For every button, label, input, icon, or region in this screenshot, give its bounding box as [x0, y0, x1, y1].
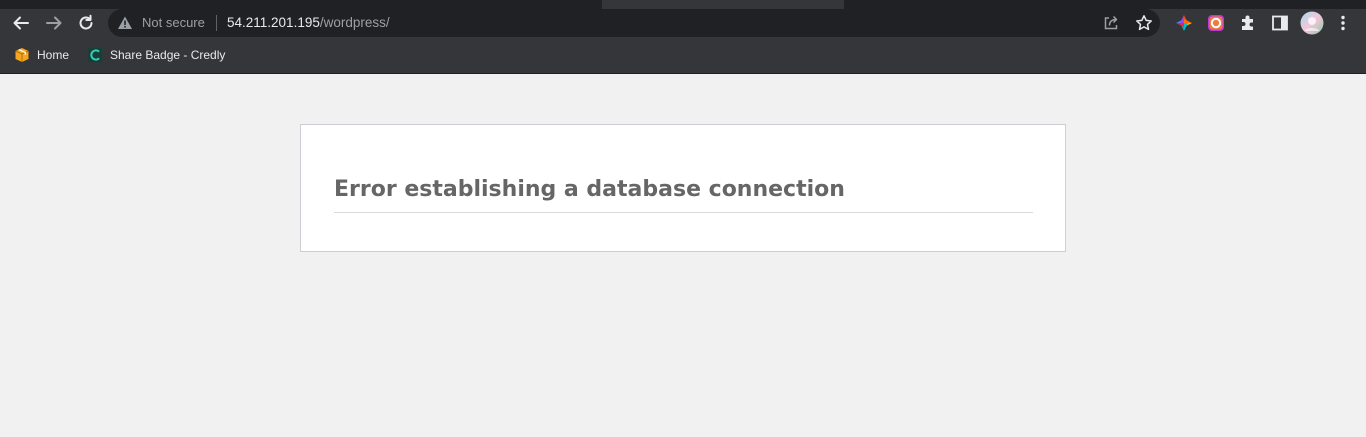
url-text[interactable]: 54.211.201.195/wordpress/ [227, 15, 390, 31]
avatar[interactable] [1300, 11, 1324, 35]
bookmark-home[interactable]: Home [14, 45, 69, 65]
error-heading: Error establishing a database connection [334, 177, 1033, 213]
error-card: Error establishing a database connection [300, 124, 1066, 252]
extension-icon[interactable] [1207, 14, 1225, 32]
reload-icon[interactable] [77, 14, 95, 32]
active-tab[interactable] [602, 0, 844, 9]
warning-icon[interactable] [117, 15, 133, 31]
bookmark-label: Home [37, 48, 70, 62]
credly-icon [87, 47, 103, 63]
box-icon [14, 47, 30, 63]
security-label[interactable]: Not secure [142, 15, 205, 31]
puzzle-icon[interactable] [1239, 14, 1257, 32]
bookmark-credly[interactable]: Share Badge - Credly [87, 45, 225, 65]
side-panel-icon[interactable] [1271, 14, 1289, 32]
bookmark-label: Share Badge - Credly [110, 48, 226, 62]
omnibox-divider [216, 15, 217, 31]
star-icon[interactable] [1135, 14, 1153, 32]
browser-toolbar: Not secure 54.211.201.195/wordpress/ [0, 9, 1366, 37]
share-icon[interactable] [1103, 15, 1119, 31]
forward-icon[interactable] [45, 14, 63, 32]
extension-icon[interactable] [1175, 14, 1193, 32]
tab-strip [0, 0, 1366, 9]
back-icon[interactable] [12, 14, 30, 32]
url-path: /wordpress/ [319, 15, 390, 30]
bookmarks-bar: Home Share Badge - Credly [0, 37, 1366, 74]
address-bar[interactable]: Not secure 54.211.201.195/wordpress/ [108, 9, 1160, 37]
url-host: 54.211.201.195 [227, 15, 320, 30]
menu-icon[interactable] [1334, 14, 1352, 32]
browser-chrome: Not secure 54.211.201.195/wordpress/ Hom… [0, 0, 1366, 74]
